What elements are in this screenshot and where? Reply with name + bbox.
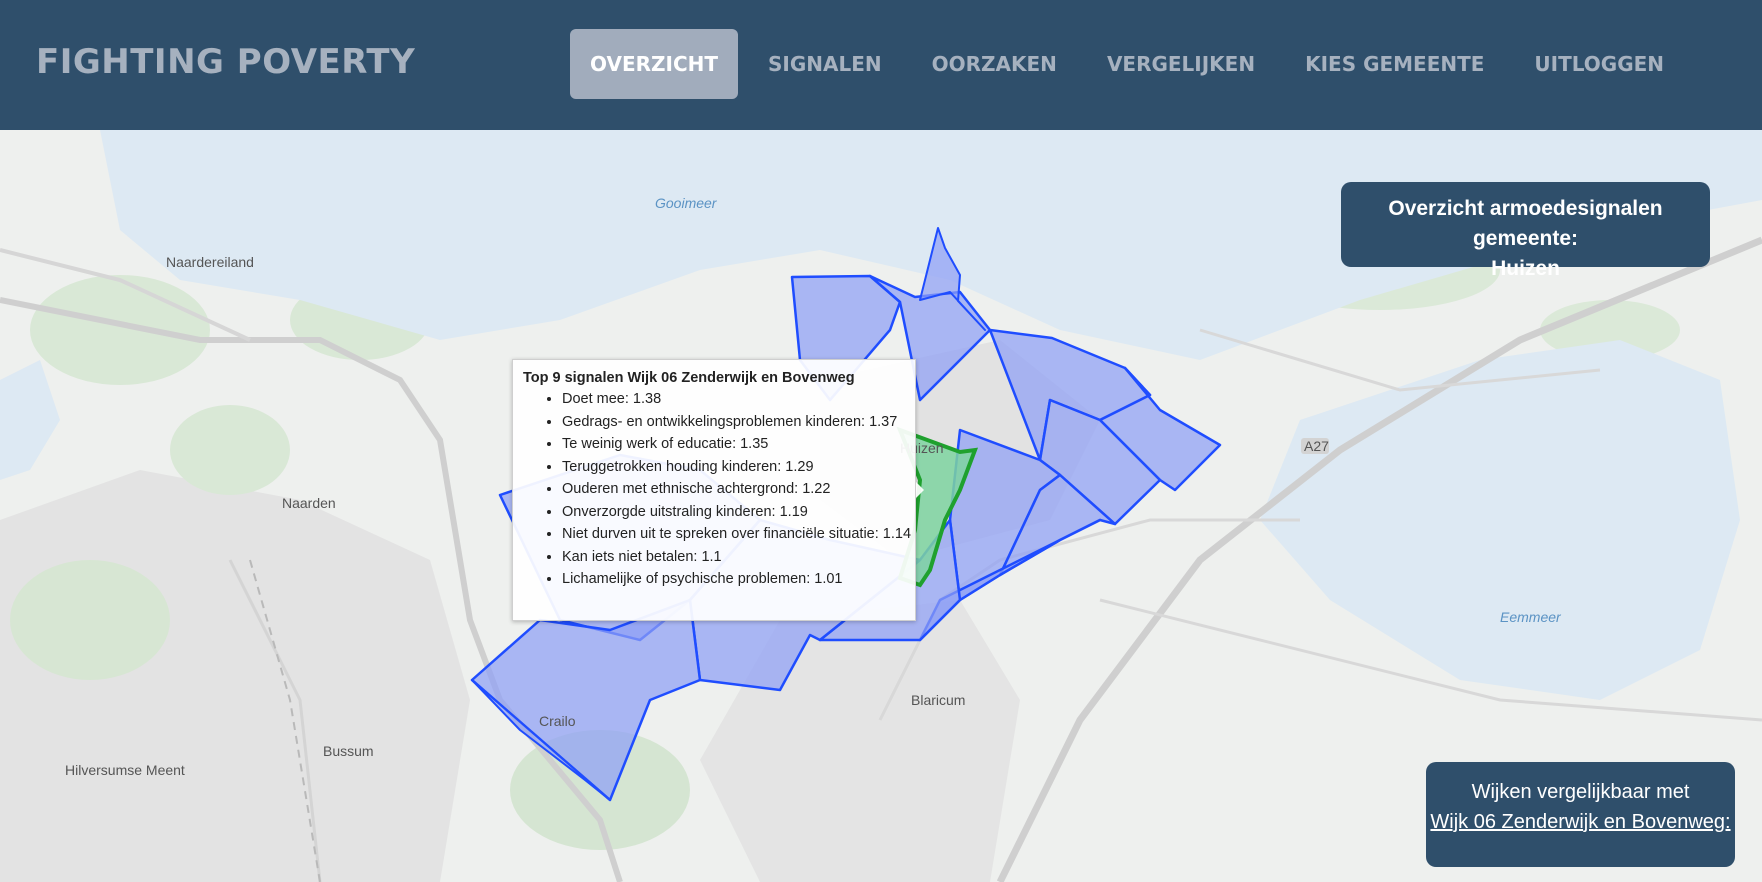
nav-uitloggen[interactable]: UITLOGGEN bbox=[1514, 29, 1684, 99]
signal-item: Lichamelijke of psychische problemen: 1.… bbox=[562, 568, 905, 591]
nav-kies-gemeente[interactable]: KIES GEMEENTE bbox=[1285, 29, 1504, 99]
nav-overzicht[interactable]: OVERZICHT bbox=[570, 29, 739, 99]
nav-vergelijken[interactable]: VERGELIJKEN bbox=[1087, 29, 1275, 99]
overview-heading: Overzicht armoedesignalen gemeente: bbox=[1388, 197, 1663, 250]
nav-oorzaken[interactable]: OORZAKEN bbox=[912, 29, 1077, 99]
green-patch bbox=[30, 275, 210, 385]
signal-list: Doet mee: 1.38 Gedrags- en ontwikkelings… bbox=[523, 388, 911, 591]
place-label-crailo: Crailo bbox=[539, 713, 576, 729]
water-label-gooimeer: Gooimeer bbox=[655, 195, 718, 211]
tooltip-arrow bbox=[916, 482, 924, 498]
nav-signalen[interactable]: SIGNALEN bbox=[748, 29, 902, 99]
signal-item: Gedrags- en ontwikkelingsproblemen kinde… bbox=[562, 411, 905, 434]
place-label-naardereiland: Naardereiland bbox=[166, 254, 254, 270]
place-label-blaricum: Blaricum bbox=[911, 692, 965, 708]
signal-item: Ouderen met ethnische achtergrond: 1.22 bbox=[562, 478, 905, 501]
brand-title: FIGHTING POVERTY bbox=[36, 42, 416, 82]
signal-item: Kan iets niet betalen: 1.1 bbox=[562, 546, 905, 569]
municipality-overview-panel: Overzicht armoedesignalen gemeente: Huiz… bbox=[1341, 182, 1710, 280]
place-label-hilversumse-meent: Hilversumse Meent bbox=[65, 762, 185, 778]
top-navbar: FIGHTING POVERTY OVERZICHT SIGNALEN OORZ… bbox=[0, 0, 1762, 130]
comparable-heading: Wijken vergelijkbaar met bbox=[1471, 781, 1690, 803]
comparable-districts-panel: Wijken vergelijkbaar met Wijk 06 Zenderw… bbox=[1426, 762, 1735, 867]
district-signals-tooltip: Top 9 signalen Wijk 06 Zenderwijk en Bov… bbox=[512, 359, 916, 621]
signal-item: Onverzorgde uitstraling kinderen: 1.19 bbox=[562, 501, 905, 524]
signal-item: Te weinig werk of educatie: 1.35 bbox=[562, 433, 905, 456]
tooltip-title: Top 9 signalen Wijk 06 Zenderwijk en Bov… bbox=[523, 370, 855, 386]
road-label-a27: A27 bbox=[1304, 438, 1329, 454]
water-label-eemmeer: Eemmeer bbox=[1500, 609, 1562, 625]
selected-district-link[interactable]: Wijk 06 Zenderwijk en Bovenweg: bbox=[1426, 807, 1735, 837]
place-label-naarden: Naarden bbox=[282, 495, 336, 511]
signal-item: Doet mee: 1.38 bbox=[562, 388, 905, 411]
place-label-bussum: Bussum bbox=[323, 743, 374, 759]
main-nav: OVERZICHT SIGNALEN OORZAKEN VERGELIJKEN … bbox=[570, 29, 1694, 99]
green-patch bbox=[170, 405, 290, 495]
municipality-name: Huizen bbox=[1491, 257, 1560, 280]
signal-item: Teruggetrokken houding kinderen: 1.29 bbox=[562, 456, 905, 479]
green-patch bbox=[10, 560, 170, 680]
signal-item: Niet durven uit te spreken over financië… bbox=[562, 523, 911, 546]
